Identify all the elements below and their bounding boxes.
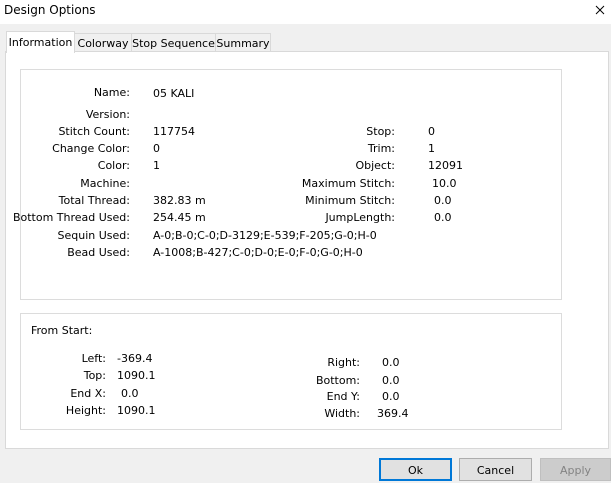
bottom-label: Bottom: [315, 374, 360, 387]
width-label: Width: [324, 407, 360, 420]
apply-button[interactable]: Apply [540, 458, 611, 481]
stitch-count-value: 117754 [153, 125, 195, 138]
bottom-thread-value: 254.45 m [153, 211, 206, 224]
total-thread-value: 382.83 m [153, 194, 206, 207]
sequin-used-value: A-0;B-0;C-0;D-3129;E-539;F-205;G-0;H-0 [153, 229, 377, 242]
from-start-heading: From Start: [31, 324, 93, 337]
color-value: 1 [153, 159, 160, 172]
version-label: Version: [85, 108, 130, 121]
bottom-thread-label: Bottom Thread Used: [12, 211, 130, 224]
left-value: -369.4 [117, 352, 153, 365]
height-value: 1090.1 [117, 404, 156, 417]
stop-label: Stop: [366, 125, 395, 138]
tab-stop-sequence[interactable]: Stop Sequence [131, 33, 216, 53]
stop-value: 0 [428, 125, 435, 138]
jump-length-label: JumpLength: [325, 211, 395, 224]
sequin-used-label: Sequin Used: [57, 229, 130, 242]
jump-length-value: 0.0 [434, 211, 452, 224]
object-value: 12091 [428, 159, 463, 172]
ok-button[interactable]: Ok [379, 458, 452, 481]
stitch-count-label: Stitch Count: [58, 125, 130, 138]
name-value: 05 KALI [153, 87, 195, 100]
end-y-value: 0.0 [382, 390, 400, 403]
trim-label: Trim: [367, 142, 395, 155]
total-thread-label: Total Thread: [58, 194, 130, 207]
close-icon[interactable] [592, 2, 608, 18]
tab-summary[interactable]: Summary [215, 33, 271, 53]
left-label: Left: [81, 352, 106, 365]
end-x-label: End X: [70, 387, 106, 400]
bead-used-value: A-1008;B-427;C-0;D-0;E-0;F-0;G-0;H-0 [153, 246, 363, 259]
max-stitch-value: 10.0 [432, 177, 457, 190]
right-value: 0.0 [382, 356, 400, 369]
height-label: Height: [65, 404, 106, 417]
change-color-value: 0 [153, 142, 160, 155]
trim-value: 1 [428, 142, 435, 155]
object-label: Object: [355, 159, 395, 172]
bead-used-label: Bead Used: [67, 246, 130, 259]
min-stitch-label: Minimum Stitch: [305, 194, 395, 207]
name-label: Name: [93, 86, 130, 99]
window-title: Design Options [4, 3, 96, 17]
end-x-value: 0.0 [121, 387, 139, 400]
tab-colorway[interactable]: Colorway [74, 33, 132, 53]
width-value: 369.4 [377, 407, 409, 420]
end-y-label: End Y: [326, 390, 360, 403]
cancel-button[interactable]: Cancel [459, 458, 532, 481]
machine-label: Machine: [80, 177, 130, 190]
tab-information[interactable]: Information [6, 31, 75, 53]
min-stitch-value: 0.0 [434, 194, 452, 207]
max-stitch-label: Maximum Stitch: [301, 177, 395, 190]
top-label: Top: [83, 369, 106, 382]
bottom-value: 0.0 [382, 374, 400, 387]
right-label: Right: [327, 356, 360, 369]
change-color-label: Change Color: [52, 142, 130, 155]
color-label: Color: [97, 159, 130, 172]
title-bar: Design Options [0, 0, 611, 24]
top-value: 1090.1 [117, 369, 156, 382]
